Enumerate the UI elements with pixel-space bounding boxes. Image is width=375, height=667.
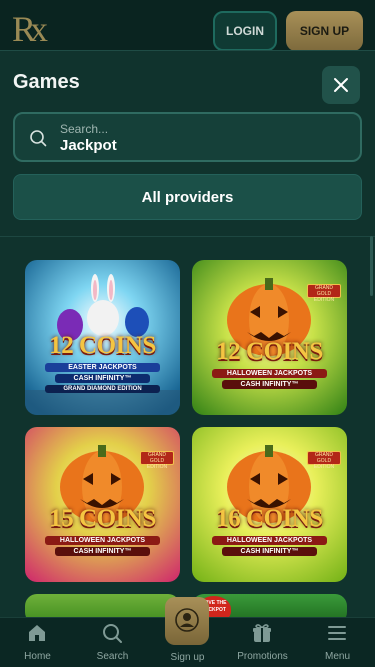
brand-logo[interactable]: Rx [12,8,48,50]
game-edition: GRAND DIAMOND EDITION [45,385,160,393]
nav-search-label: Search [96,651,129,662]
all-providers-button[interactable]: All providers [13,174,362,220]
search-placeholder: Search... [60,122,109,136]
game-title: 12 COINS [49,332,156,359]
search-icon [103,624,122,643]
home-icon [29,625,45,641]
game-tile-partial[interactable] [25,594,180,617]
panel-title: Games [13,71,80,93]
search-input[interactable]: Jackpot [60,137,340,154]
game-subtitle: CASH INFINITY™ [55,374,150,383]
search-icon [30,130,47,147]
nav-promotions[interactable]: Promotions [225,618,300,667]
game-subtitle: EASTER JACKPOTS [45,363,160,372]
close-icon [334,78,348,92]
signup-button[interactable]: SIGN UP [286,11,363,51]
game-subtitle: CASH INFINITY™ [55,547,150,556]
game-subtitle: HALLOWEEN JACKPOTS [212,536,327,545]
game-tile[interactable]: GRAND GOLD EDITION 12 COINS HALLOWEEN JA… [192,260,347,415]
game-title: 15 COINS [49,505,156,532]
nav-home[interactable]: Home [0,618,75,667]
app-screen: Rx LOGIN SIGN UP Games Search... Jackpot… [0,0,375,667]
gift-icon [253,624,271,642]
game-tile[interactable]: GRAND GOLD EDITION 16 COINS HALLOWEEN JA… [192,427,347,582]
close-button[interactable] [322,66,360,104]
game-tile-partial[interactable]: LOVE THE JACKPOT [192,594,347,617]
menu-icon [328,626,346,640]
edition-badge: GRAND GOLD EDITION [307,451,341,470]
game-title: 12 COINS [216,338,323,365]
game-subtitle: CASH INFINITY™ [222,380,317,389]
user-icon [175,608,199,632]
nav-signup-label: Sign up [170,652,205,663]
search-field[interactable]: Search... Jackpot [13,112,362,162]
game-subtitle: CASH INFINITY™ [222,547,317,556]
game-tile[interactable]: GRAND GOLD EDITION 15 COINS HALLOWEEN JA… [25,427,180,582]
nav-menu-label: Menu [324,651,350,662]
login-button[interactable]: LOGIN [213,11,277,51]
nav-promotions-label: Promotions [237,651,288,662]
scrollbar-thumb[interactable] [370,236,373,296]
game-title: 16 COINS [216,505,323,532]
nav-home-label: Home [24,651,51,662]
games-panel: Games Search... Jackpot All providers 12… [0,50,375,617]
game-subtitle: HALLOWEEN JACKPOTS [45,536,160,545]
game-subtitle: HALLOWEEN JACKPOTS [212,369,327,378]
divider [0,236,375,237]
game-tile[interactable]: 12 COINS EASTER JACKPOTS CASH INFINITY™ … [25,260,180,415]
nav-menu[interactable]: Menu [300,618,375,667]
edition-badge: GRAND GOLD EDITION [307,284,341,303]
nav-signup-button[interactable] [165,597,209,645]
edition-badge: GRAND GOLD EDITION [140,451,174,470]
nav-search[interactable]: Search [75,618,150,667]
